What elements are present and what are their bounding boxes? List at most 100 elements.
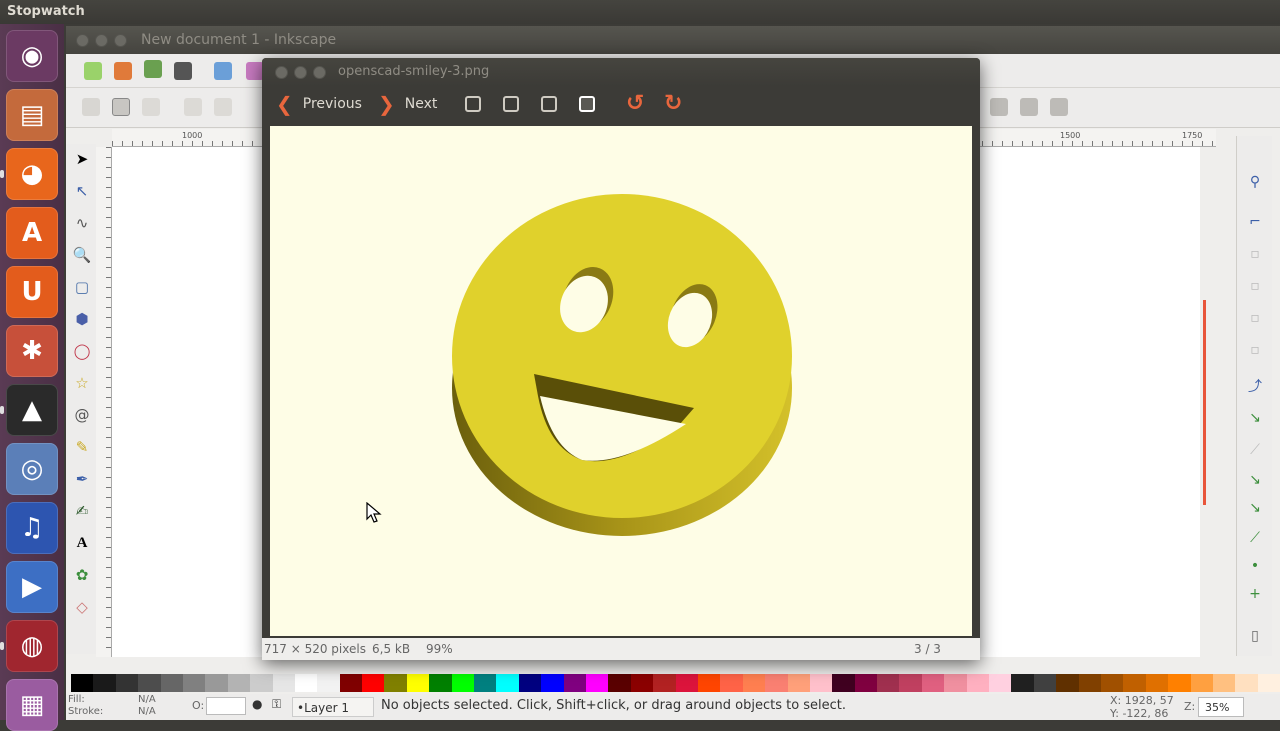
- snap-paths-icon[interactable]: ↘: [1245, 408, 1265, 428]
- color-swatch[interactable]: [989, 674, 1012, 692]
- close-icon[interactable]: [275, 66, 288, 79]
- maximize-icon[interactable]: [114, 34, 127, 47]
- lock-icon[interactable]: ⚿: [272, 697, 281, 712]
- pen-tool-icon[interactable]: ✒: [72, 469, 92, 489]
- viewer-image-area[interactable]: [270, 126, 972, 636]
- snap-smooth-nodes-icon[interactable]: ↘: [1245, 498, 1265, 518]
- color-swatch[interactable]: [160, 674, 183, 692]
- color-swatch[interactable]: [250, 674, 273, 692]
- rotate-left-icon[interactable]: ↺: [626, 91, 644, 116]
- color-swatch[interactable]: [1011, 674, 1034, 692]
- opacity-field[interactable]: [206, 697, 246, 715]
- select-in-all-layers-icon[interactable]: [112, 98, 130, 116]
- fit-window-icon[interactable]: [541, 96, 557, 112]
- color-swatch[interactable]: [877, 674, 900, 692]
- snap-rotation-centers-icon[interactable]: +: [1245, 584, 1265, 604]
- raise-to-top-icon[interactable]: [1050, 98, 1068, 116]
- vertical-scrollbar[interactable]: [1200, 147, 1216, 657]
- color-swatch[interactable]: [496, 674, 519, 692]
- color-swatch[interactable]: [809, 674, 833, 692]
- color-swatch[interactable]: [787, 674, 810, 692]
- ubuntu-dash-icon[interactable]: ◉: [6, 30, 58, 82]
- eye-icon[interactable]: ●: [252, 697, 262, 711]
- import-icon[interactable]: [214, 62, 232, 80]
- minimize-icon[interactable]: [95, 34, 108, 47]
- color-swatch[interactable]: [563, 674, 586, 692]
- rotate-right-icon[interactable]: ↻: [664, 91, 682, 116]
- previous-button[interactable]: ❮ Previous: [276, 92, 362, 116]
- minimize-icon[interactable]: [294, 66, 307, 79]
- color-swatch[interactable]: [1123, 674, 1146, 692]
- maximize-icon[interactable]: [313, 66, 326, 79]
- open-icon[interactable]: [114, 62, 132, 80]
- select-all-icon[interactable]: [82, 98, 100, 116]
- text-tool-icon[interactable]: A: [72, 533, 92, 553]
- save-icon[interactable]: [144, 60, 162, 78]
- color-swatch[interactable]: [832, 674, 855, 692]
- rotate-cw-icon[interactable]: [214, 98, 232, 116]
- snap-page-border-icon[interactable]: ▯: [1245, 626, 1265, 646]
- color-swatch[interactable]: [474, 674, 497, 692]
- color-swatch[interactable]: [71, 674, 94, 692]
- color-swatch[interactable]: [294, 674, 318, 692]
- files-icon[interactable]: ▤: [6, 89, 58, 141]
- snap-bbox-midpoint-icon[interactable]: ▫: [1245, 308, 1265, 328]
- workspace-switcher-icon[interactable]: ▦: [6, 679, 58, 731]
- rotate-ccw-icon[interactable]: [184, 98, 202, 116]
- color-swatch[interactable]: [854, 674, 878, 692]
- color-swatch[interactable]: [765, 674, 788, 692]
- color-swatch[interactable]: [1033, 674, 1057, 692]
- color-swatch[interactable]: [1168, 674, 1191, 692]
- node-tool-icon[interactable]: ↖: [72, 181, 92, 201]
- color-swatch[interactable]: [944, 674, 967, 692]
- color-swatch[interactable]: [899, 674, 922, 692]
- audacity-icon[interactable]: ♫: [6, 502, 58, 554]
- snap-bbox-edge-icon[interactable]: ▫: [1245, 244, 1265, 264]
- color-swatch[interactable]: [1056, 674, 1079, 692]
- spray-tool-icon[interactable]: ✿: [72, 565, 92, 585]
- next-button[interactable]: ❯ Next: [378, 92, 437, 116]
- color-swatch[interactable]: [630, 674, 654, 692]
- color-swatch[interactable]: [1212, 674, 1236, 692]
- color-swatch[interactable]: [608, 674, 631, 692]
- color-swatch[interactable]: [1145, 674, 1169, 692]
- color-swatch[interactable]: [93, 674, 116, 692]
- color-swatch[interactable]: [205, 674, 228, 692]
- color-swatch[interactable]: [451, 674, 475, 692]
- snap-nodes-icon[interactable]: ⤴: [1245, 376, 1265, 396]
- snap-toggle-icon[interactable]: ⚲: [1245, 172, 1265, 192]
- snap-bbox-corner-icon[interactable]: ▫: [1245, 276, 1265, 296]
- color-swatch[interactable]: [720, 674, 743, 692]
- color-swatch[interactable]: [585, 674, 609, 692]
- zoom-tool-icon[interactable]: 🔍: [72, 245, 92, 265]
- color-swatch[interactable]: [675, 674, 698, 692]
- color-palette[interactable]: [66, 674, 1280, 692]
- color-swatch[interactable]: [653, 674, 676, 692]
- scrollbar-thumb[interactable]: [1203, 300, 1206, 505]
- color-swatch[interactable]: [966, 674, 990, 692]
- ellipse-tool-icon[interactable]: ◯: [72, 341, 92, 361]
- 3d-box-tool-icon[interactable]: ⬢: [72, 309, 92, 329]
- screen-recorder-icon[interactable]: ◍: [6, 620, 58, 672]
- star-tool-icon[interactable]: ☆: [72, 373, 92, 393]
- viewer-titlebar[interactable]: openscad-smiley-3.png: [262, 58, 980, 86]
- color-swatch[interactable]: [317, 674, 340, 692]
- color-swatch[interactable]: [115, 674, 139, 692]
- zoom-field[interactable]: 35%: [1198, 697, 1244, 717]
- snap-midpoints-icon[interactable]: ⟋: [1245, 528, 1265, 548]
- ubuntu-one-icon[interactable]: U: [6, 266, 58, 318]
- color-swatch[interactable]: [518, 674, 542, 692]
- inkscape-icon[interactable]: ▲: [6, 384, 58, 436]
- system-settings-icon[interactable]: ✱: [6, 325, 58, 377]
- color-swatch[interactable]: [384, 674, 407, 692]
- snap-intersections-icon[interactable]: ⟋: [1245, 440, 1265, 460]
- rectangle-tool-icon[interactable]: ▢: [72, 277, 92, 297]
- media-player-icon[interactable]: ▶: [6, 561, 58, 613]
- color-swatch[interactable]: [138, 674, 161, 692]
- color-swatch[interactable]: [227, 674, 251, 692]
- deselect-icon[interactable]: [142, 98, 160, 116]
- color-swatch[interactable]: [1100, 674, 1124, 692]
- eraser-tool-icon[interactable]: ◇: [72, 597, 92, 617]
- lower-icon[interactable]: [990, 98, 1008, 116]
- zoom-out-icon[interactable]: [503, 96, 519, 112]
